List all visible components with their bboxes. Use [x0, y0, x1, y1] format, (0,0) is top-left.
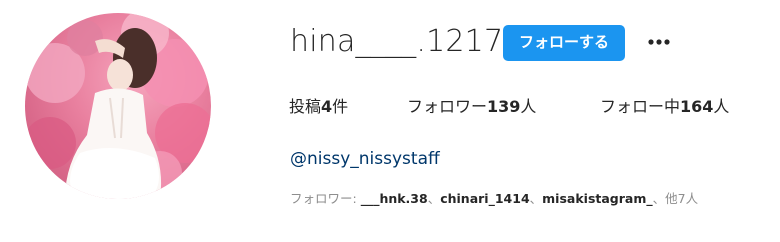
posts-label: 投稿: [289, 97, 322, 116]
followed-by-separator: 、: [529, 191, 543, 206]
posts-count: 投稿4件: [289, 95, 348, 119]
following-unit: 人: [713, 97, 730, 116]
bio-link[interactable]: @nissy_nissystaff: [290, 147, 440, 171]
following-label: フォロー中: [600, 97, 681, 116]
posts-value: 4: [321, 97, 333, 116]
followers-unit: 人: [520, 97, 537, 116]
followed-by-others: 他7人: [665, 191, 699, 206]
follow-button[interactable]: フォローする: [503, 25, 625, 61]
followed-by-separator: 、: [652, 191, 666, 206]
followed-by-account[interactable]: chinari_1414: [440, 191, 529, 206]
more-options-button[interactable]: [644, 28, 674, 56]
followed-by-account[interactable]: ___hnk.38: [361, 191, 428, 206]
followed-by-account[interactable]: misakistagram_: [542, 191, 652, 206]
followers-count[interactable]: フォロワー139人: [407, 95, 536, 119]
followers-value: 139: [487, 97, 521, 116]
followed-by[interactable]: フォロワー: ___hnk.38、chinari_1414、misakistag…: [290, 189, 698, 209]
profile-header: hina____.1217 フォローする 投稿4件 フォロワー139人 フォロー…: [0, 0, 780, 242]
following-count[interactable]: フォロー中164人: [600, 95, 729, 119]
followers-label: フォロワー: [407, 97, 488, 116]
avatar[interactable]: [25, 13, 211, 199]
posts-unit: 件: [332, 97, 349, 116]
more-horizontal-icon: [648, 39, 670, 45]
followed-by-prefix: フォロワー:: [290, 191, 361, 206]
username: hina____.1217: [290, 24, 504, 59]
following-value: 164: [680, 97, 714, 116]
followed-by-separator: 、: [427, 191, 441, 206]
